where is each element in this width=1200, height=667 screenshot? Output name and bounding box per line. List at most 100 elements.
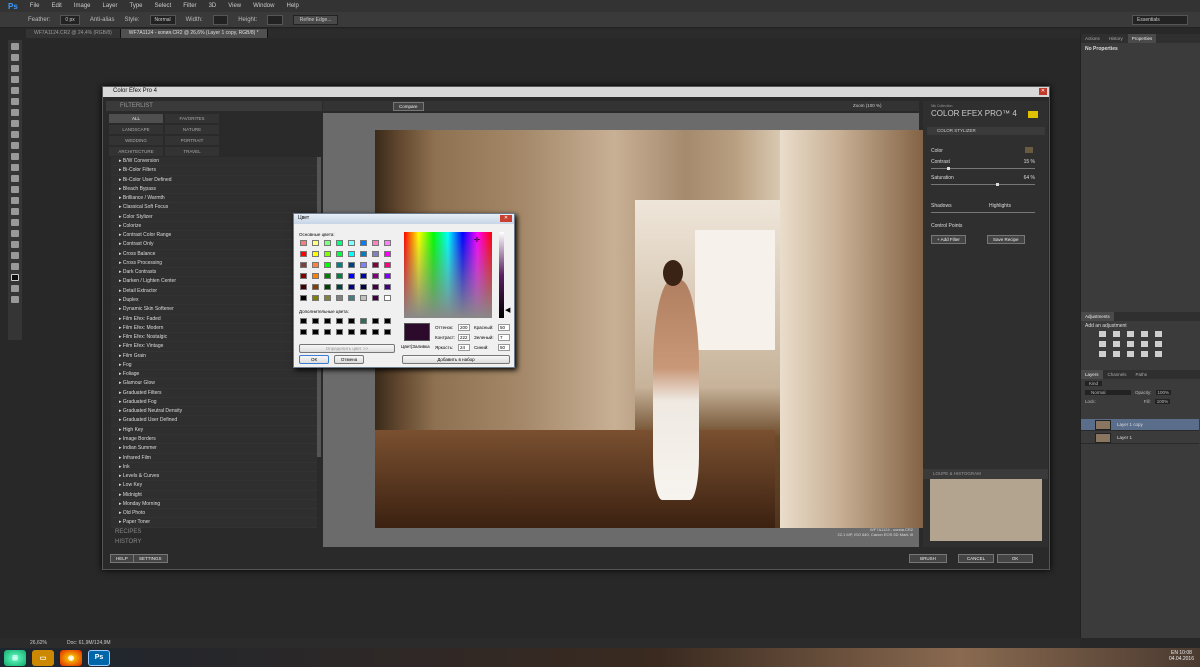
workspace-select[interactable]: Essentials: [1132, 15, 1188, 25]
history-section[interactable]: HISTORY: [107, 539, 141, 545]
curves-icon[interactable]: [1127, 331, 1134, 337]
custom-color-swatch[interactable]: [360, 329, 367, 335]
filter-list-item[interactable]: ▸ Ink: [111, 462, 317, 473]
menu-filter[interactable]: Filter: [183, 3, 196, 9]
filter-list-item[interactable]: ▸ Fog: [111, 360, 317, 371]
height-input[interactable]: [267, 14, 283, 25]
tab-paths[interactable]: Paths: [1132, 370, 1152, 379]
filter-list-item[interactable]: ▸ Infrared Film: [111, 453, 317, 463]
basic-color-swatch[interactable]: [372, 251, 379, 257]
basic-color-swatch[interactable]: [360, 251, 367, 257]
basic-color-swatch[interactable]: [300, 295, 307, 301]
pen-tool-icon[interactable]: [11, 197, 19, 204]
filter-list-item[interactable]: ▸ Image Borders: [111, 434, 317, 445]
menu-edit[interactable]: Edit: [51, 3, 61, 9]
zoom-select[interactable]: Zoom (100 %): [853, 103, 882, 108]
path-select-tool-icon[interactable]: [11, 219, 19, 226]
category-wedding[interactable]: WEDDING: [109, 136, 163, 145]
healing-tool-icon[interactable]: [11, 109, 19, 116]
basic-color-swatch[interactable]: [360, 240, 367, 246]
luminance-arrow-icon[interactable]: ◀: [505, 306, 510, 314]
color-swatch-icon[interactable]: [11, 274, 19, 281]
category-favorites[interactable]: FAVORITES: [165, 114, 219, 123]
filter-list-item[interactable]: ▸ Indian Summer: [111, 444, 317, 454]
filter-list-item[interactable]: ▸ Darken / Lighten Center: [111, 277, 317, 287]
hue-sat-icon[interactable]: [1099, 341, 1106, 347]
posterize-icon[interactable]: [1113, 351, 1120, 357]
basic-color-swatch[interactable]: [360, 262, 367, 268]
basic-color-swatch[interactable]: [384, 295, 391, 301]
filter-list-item[interactable]: ▸ Graduated User Defined: [111, 416, 317, 426]
blue-input[interactable]: 50: [498, 344, 510, 351]
menu-type[interactable]: Type: [130, 3, 143, 9]
basic-color-swatch[interactable]: [360, 295, 367, 301]
basic-color-swatch[interactable]: [324, 251, 331, 257]
custom-color-swatch[interactable]: [372, 318, 379, 324]
shadows-highlights-slider[interactable]: [931, 212, 1035, 213]
category-landscape[interactable]: LANDSCAPE: [109, 125, 163, 134]
loupe-header[interactable]: LOUPE & HISTOGRAM: [923, 469, 1048, 479]
basic-color-swatch[interactable]: [324, 262, 331, 268]
filter-list-item[interactable]: ▸ Contrast Color Range: [111, 231, 317, 241]
brightness-icon[interactable]: [1099, 331, 1106, 337]
add-custom-colors-button[interactable]: Добавить в набор: [402, 355, 510, 364]
basic-color-swatch[interactable]: [360, 273, 367, 279]
basic-color-swatch[interactable]: [384, 284, 391, 290]
screen-mode-icon[interactable]: [11, 296, 19, 303]
menu-3d[interactable]: 3D: [209, 3, 217, 9]
filter-list-item[interactable]: ▸ Graduated Fog: [111, 397, 317, 408]
basic-color-swatch[interactable]: [384, 262, 391, 268]
basic-color-swatch[interactable]: [300, 262, 307, 268]
basic-color-swatch[interactable]: [384, 273, 391, 279]
basic-color-swatch[interactable]: [312, 251, 319, 257]
tab-properties[interactable]: Properties: [1127, 34, 1157, 43]
custom-color-swatch[interactable]: [312, 329, 319, 335]
filter-list-item[interactable]: ▸ Contrast Only: [111, 240, 317, 250]
lum-input[interactable]: 24: [458, 344, 470, 351]
move-tool-icon[interactable]: [11, 43, 19, 50]
recipes-section[interactable]: RECIPES: [107, 529, 141, 535]
filter-list-item[interactable]: ▸ Midnight: [111, 490, 317, 500]
basic-color-swatch[interactable]: [336, 284, 343, 290]
doc-tab-active[interactable]: WF7A1124 - копия.CR2 @ 26,6% (Layer 1 co…: [120, 29, 268, 38]
custom-color-swatch[interactable]: [372, 329, 379, 335]
menu-image[interactable]: Image: [74, 3, 91, 9]
shape-tool-icon[interactable]: [11, 230, 19, 237]
basic-color-swatch[interactable]: [384, 251, 391, 257]
filter-list-item[interactable]: ▸ Colorize: [111, 221, 317, 232]
layer-row[interactable]: Layer 1: [1081, 432, 1199, 444]
history-brush-tool-icon[interactable]: [11, 142, 19, 149]
custom-color-swatch[interactable]: [300, 329, 307, 335]
basic-color-swatch[interactable]: [372, 240, 379, 246]
color-stylizer-header[interactable]: COLOR STYLIZER: [927, 127, 1045, 135]
filter-list-item[interactable]: ▸ Color Stylizer: [111, 212, 317, 222]
bw-icon[interactable]: [1127, 341, 1134, 347]
threshold-icon[interactable]: [1127, 351, 1134, 357]
levels-icon[interactable]: [1113, 331, 1120, 337]
color-spectrum[interactable]: [404, 232, 492, 318]
menu-view[interactable]: View: [228, 3, 241, 9]
custom-color-swatch[interactable]: [312, 318, 319, 324]
custom-color-swatch[interactable]: [324, 318, 331, 324]
hue-input[interactable]: 200: [458, 324, 470, 331]
help-button[interactable]: HELP: [110, 554, 134, 563]
filter-list-item[interactable]: ▸ Old Photo: [111, 509, 317, 519]
basic-color-swatch[interactable]: [336, 251, 343, 257]
compare-button[interactable]: Compare: [393, 102, 424, 111]
exposure-icon[interactable]: [1141, 331, 1148, 337]
basic-color-swatch[interactable]: [348, 284, 355, 290]
feather-input[interactable]: 0 px: [60, 14, 80, 25]
saturation-slider[interactable]: [931, 184, 1035, 185]
photoshop-taskbar-icon[interactable]: Ps: [88, 649, 110, 666]
basic-color-swatch[interactable]: [348, 262, 355, 268]
dialog-close-icon[interactable]: ✕: [500, 215, 512, 222]
chrome-icon[interactable]: ◉: [60, 649, 82, 666]
brush-button[interactable]: BRUSH: [909, 554, 947, 563]
filter-list-item[interactable]: ▸ Paper Toner: [111, 518, 317, 528]
filter-list-item[interactable]: ▸ Glamour Glow: [111, 379, 317, 389]
filter-list-item[interactable]: ▸ Dynamic Skin Softener: [111, 305, 317, 315]
tab-actions[interactable]: Actions: [1081, 34, 1104, 43]
custom-color-swatch[interactable]: [336, 329, 343, 335]
gradient-tool-icon[interactable]: [11, 164, 19, 171]
lasso-tool-icon[interactable]: [11, 65, 19, 72]
